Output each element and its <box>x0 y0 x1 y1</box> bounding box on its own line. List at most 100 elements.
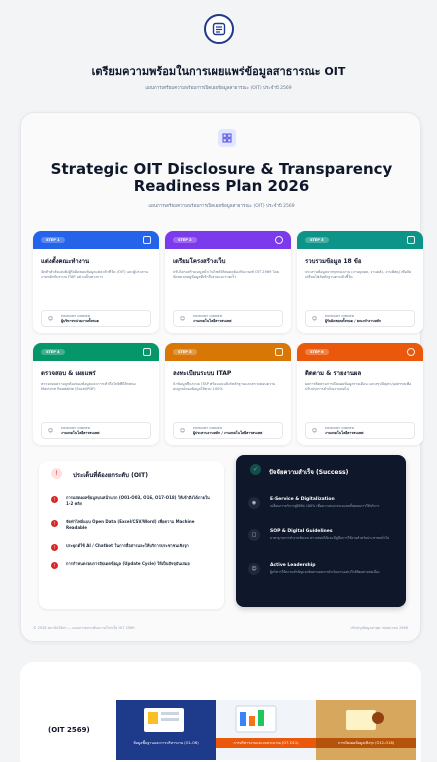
issue-marker: ! <box>51 520 58 527</box>
banner-1[interactable]: ข้อมูลพื้นฐานและการบริหารงาน (O1-O6) <box>116 700 216 760</box>
oit-label: (OIT 2569) <box>48 726 90 734</box>
banner-caption: ข้อมูลพื้นฐานและการบริหารงาน (O1-O6) <box>116 738 216 748</box>
globe-icon: ◉ <box>248 497 260 509</box>
issue-text: การแสดงผลข้อมูลบนหน้าแรก (O01-O03, O16, … <box>66 495 210 506</box>
grid-icon <box>218 129 236 147</box>
step-pill: STEP 4 <box>41 349 65 355</box>
users-icon <box>143 236 151 244</box>
alert-icon: ! <box>51 468 62 479</box>
step-card-3: STEP 3 รวบรวมข้อมูล 18 ข้อ ประสานข้อมูลจ… <box>297 231 423 333</box>
success-item-desc: ผู้บริหารให้ความสำคัญและติดตามผลการดำเนิ… <box>270 570 380 574</box>
page: เตรียมความพร้อมในการเผยแพร่ข้อมูลสาธารณะ… <box>0 0 437 762</box>
step-pill: STEP 5 <box>173 349 197 355</box>
step-title: ตรวจสอบ & เผยแพร่ <box>41 370 96 377</box>
step-description: ผลการติดตามการเปิดเผยข้อมูลรายเดือน และส… <box>305 382 412 391</box>
step-description: นำข้อมูลขึ้นระบบ ITAP พร้อมแนบลิงก์หลักฐ… <box>173 382 276 391</box>
upload-icon <box>143 348 151 356</box>
step-card-6: STEP 6 ติดตาม & รายงานผล ผลการติดตามการเ… <box>297 343 423 445</box>
owner-value: งานเทคโนโลยีสารสนเทศ <box>61 430 100 435</box>
success-item: ◉ E-Service & Digitalization เปลี่ยนการบริ… <box>248 497 398 509</box>
list-icon <box>204 14 234 44</box>
step-title: ลงทะเบียนระบบ ITAP <box>173 370 232 377</box>
owner-value: ผู้บริหารหน่วยงานทั้งหมด <box>61 318 99 323</box>
issue-text: ประยุกต์ใช้ AI / Chatbot ในการสื่อสารและ… <box>66 543 189 548</box>
primary-owner: ☺ PRIMARY OWNER ผู้ประสานงานหลัก / งานเทค… <box>173 422 283 439</box>
banner-caption: การบริหารงานและงบประมาณ (O7-O11) <box>216 738 316 748</box>
person-icon: ☺ <box>179 427 186 434</box>
owner-value: งานเทคโนโลยีสารสนเทศ <box>325 430 364 435</box>
issue-item: ! การกำหนดรอบการอัปเดตข้อมูล (Update Cycl… <box>51 561 213 569</box>
page-subtitle: แผนการเตรียมความพร้อมการเปิดเผยข้อมูลสาธ… <box>145 86 292 91</box>
step-header: STEP 5 <box>165 343 291 361</box>
success-title: ปัจจัยความสำเร็จ (Success) <box>269 469 349 476</box>
step-pill: STEP 3 <box>305 237 329 243</box>
success-item-desc: มาตรฐานการทำงานชัดเจน ตรวจสอบได้และมีคู่… <box>270 536 390 540</box>
success-panel: ✓ ปัจจัยความสำเร็จ (Success) ◉ E-Service … <box>236 455 406 607</box>
step-title: เตรียมโครงสร้างเว็บ <box>173 258 226 265</box>
issue-item: ! การแสดงผลข้อมูลบนหน้าแรก (O01-O03, O16,… <box>51 495 213 507</box>
issue-text: การกำหนดรอบการอัปเดตข้อมูล (Update Cycle… <box>66 561 190 566</box>
success-item-desc: เปลี่ยนการบริการสู่ดิจิทัล 100% เพื่อควา… <box>270 504 380 508</box>
primary-owner: ☺ PRIMARY OWNER งานเทคโนโลยีสารสนเทศ <box>305 422 415 439</box>
primary-owner: ☺ PRIMARY OWNER งานเทคโนโลยีสารสนเทศ <box>173 310 283 327</box>
person-icon: ☺ <box>311 315 318 322</box>
step-header: STEP 3 <box>297 231 423 249</box>
primary-owner: ☺ PRIMARY OWNER ผู้รับผิดชอบทั้งหมด / คณะ… <box>305 310 415 327</box>
banner-caption: การเปิดเผยข้อมูลเชิงรุก (O12-O18) <box>316 738 416 748</box>
footer-updated: ปรับปรุงข้อมูลล่าสุด: พฤษภาคม 2569 <box>350 626 408 630</box>
step-header: STEP 6 <box>297 343 423 361</box>
step-card-1: STEP 1 แต่งตั้งคณะทำงาน จัดทำคำสั่งแต่งต… <box>33 231 159 333</box>
footer-copyright: © 2026 สถาบันวิจัยฯ — แผนการยกระดับความโ… <box>33 626 135 630</box>
success-item-name: SOP & Digital Guidelines <box>270 529 333 534</box>
step-pill: STEP 1 <box>41 237 65 243</box>
hero-title: Strategic OIT Disclosure & Transparency … <box>50 160 393 195</box>
step-card-2: STEP 2 เตรียมโครงสร้างเว็บ ปรับโครงสร้าง… <box>165 231 291 333</box>
step-header: STEP 2 <box>165 231 291 249</box>
step-title: รวบรวมข้อมูล 18 ข้อ <box>305 258 362 265</box>
database-icon <box>275 348 283 356</box>
step-title: แต่งตั้งคณะทำงาน <box>41 258 90 265</box>
issue-marker: ! <box>51 562 58 569</box>
person-icon: ☺ <box>311 427 318 434</box>
step-title: ติดตาม & รายงานผล <box>305 370 362 377</box>
hero-subtitle: แผนการเตรียมความพร้อมการเปิดเผยข้อมูลสาธ… <box>148 204 295 209</box>
plan-card: Strategic OIT Disclosure & Transparency … <box>20 112 423 642</box>
lower-section: (OIT 2569) ข้อมูลพื้นฐานและการบริหารงาน … <box>20 662 421 762</box>
users-icon: ☺ <box>248 563 260 575</box>
step-header: STEP 1 <box>33 231 159 249</box>
step-description: จัดทำคำสั่งแต่งตั้งผู้รับผิดชอบข้อมูลแต่… <box>41 270 148 279</box>
issues-title: ประเด็นที่ต้องยกระดับ (OIT) <box>73 472 148 479</box>
issue-marker: ! <box>51 496 58 503</box>
owner-value: งานเทคโนโลยีสารสนเทศ <box>193 318 232 323</box>
issue-item: ! จัดทำไฟล์แบบ Open Data (Excel/CSV/Word)… <box>51 519 213 531</box>
document-icon <box>407 236 415 244</box>
step-description: ประสานข้อมูลจากทุกกองงาน (งานบุคคล, งานค… <box>305 270 412 279</box>
banner-2[interactable]: การบริหารงานและงบประมาณ (O7-O11) <box>216 700 316 760</box>
step-card-4: STEP 4 ตรวจสอบ & เผยแพร่ ตรวจสอบความถูกต… <box>33 343 159 445</box>
check-icon: ✓ <box>250 464 261 475</box>
issue-item: ! ประยุกต์ใช้ AI / Chatbot ในการสื่อสารแล… <box>51 543 213 551</box>
document-icon: □ <box>248 529 260 541</box>
owner-value: ผู้ประสานงานหลัก / งานเทคโนโลยีสารสนเทศ <box>193 430 263 435</box>
issue-marker: ! <box>51 544 58 551</box>
success-item-name: Active Leadership <box>270 563 316 568</box>
refresh-icon <box>407 348 415 356</box>
issue-text: จัดทำไฟล์แบบ Open Data (Excel/CSV/Word) … <box>66 519 195 530</box>
step-card-5: STEP 5 ลงทะเบียนระบบ ITAP นำข้อมูลขึ้นระ… <box>165 343 291 445</box>
step-pill: STEP 2 <box>173 237 197 243</box>
person-icon: ☺ <box>47 315 54 322</box>
success-item: ☺ Active Leadership ผู้บริหารให้ความสำคัญแ… <box>248 563 398 575</box>
success-item: □ SOP & Digital Guidelines มาตรฐานการทำงาน… <box>248 529 398 541</box>
step-header: STEP 4 <box>33 343 159 361</box>
owner-value: ผู้รับผิดชอบทั้งหมด / คณะทำงานหลัก <box>325 318 382 323</box>
success-item-name: E-Service & Digitalization <box>270 497 335 502</box>
step-description: ปรับโครงสร้างเมนูหน้าเว็บไซต์ให้สอดคล้อง… <box>173 270 279 279</box>
primary-owner: ☺ PRIMARY OWNER งานเทคโนโลยีสารสนเทศ <box>41 422 151 439</box>
primary-owner: ☺ PRIMARY OWNER ผู้บริหารหน่วยงานทั้งหมด <box>41 310 151 327</box>
globe-icon <box>275 236 283 244</box>
step-pill: STEP 6 <box>305 349 329 355</box>
person-icon: ☺ <box>47 427 54 434</box>
banner-3[interactable]: การเปิดเผยข้อมูลเชิงรุก (O12-O18) <box>316 700 416 760</box>
person-icon: ☺ <box>179 315 186 322</box>
page-title: เตรียมความพร้อมในการเผยแพร่ข้อมูลสาธารณะ… <box>91 65 346 78</box>
